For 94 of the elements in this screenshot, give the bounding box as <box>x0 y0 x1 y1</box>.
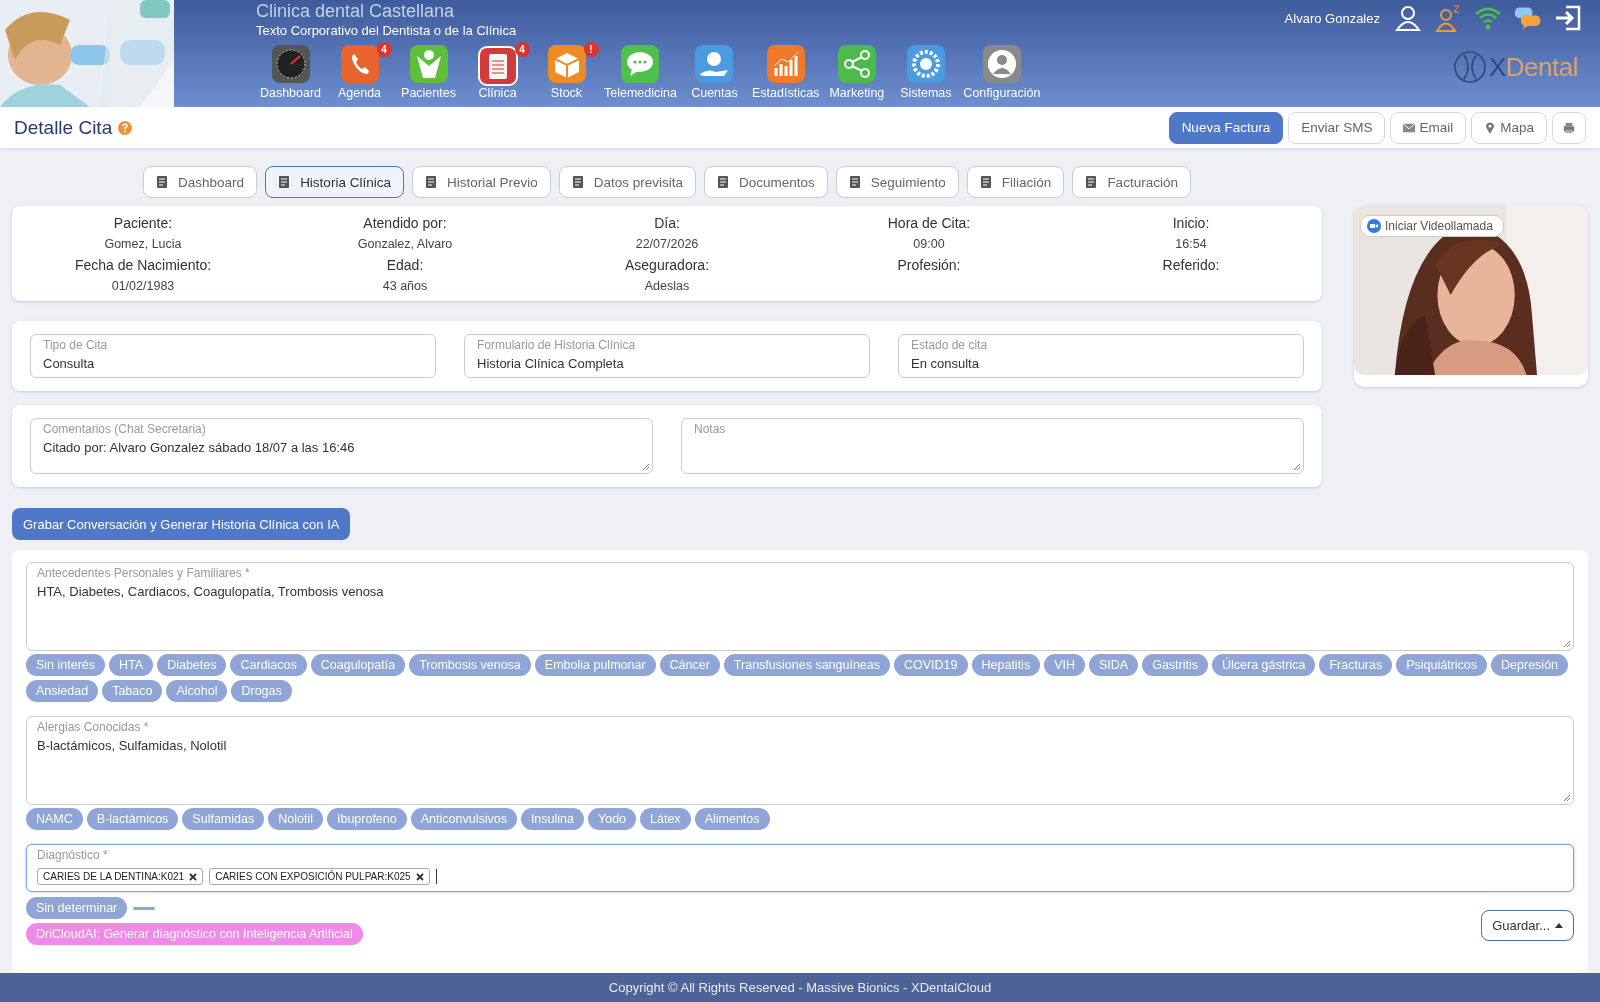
select-field[interactable]: Formulario de Historia Clínica Historia Clínica Completa <box>464 334 870 378</box>
chip[interactable]: Yodo <box>588 808 637 830</box>
text-area[interactable]: Notas <box>681 418 1304 474</box>
info-value: 16:54 <box>1175 237 1207 251</box>
tagline: Texto Corporativo del Dentista o de la Clínica <box>256 22 518 40</box>
info-label: Paciente: <box>113 215 173 231</box>
info-label: Aseguradora: <box>624 257 710 273</box>
nav-item[interactable]: Configuración <box>960 44 1044 100</box>
chip[interactable]: Sin interés <box>26 654 106 676</box>
tab[interactable]: Historial Previo <box>411 166 551 198</box>
chip[interactable]: Fracturas <box>1319 654 1393 676</box>
info-value: Gonzalez, Alvaro <box>357 237 453 251</box>
diagnosis-tag: CARIES DE LA DENTINA:K021 <box>37 868 204 885</box>
chip[interactable]: Coagulopatía <box>310 654 406 676</box>
chip[interactable]: B-lactámicos <box>86 808 179 830</box>
info-label: Edad: <box>386 257 424 273</box>
nav-item[interactable]: 4 Clínica <box>463 44 532 100</box>
tab[interactable]: Filiación <box>966 166 1065 198</box>
user-name: Alvaro Gonzalez <box>1284 10 1380 26</box>
chip[interactable]: Drogas <box>231 680 292 702</box>
chip[interactable]: NAMC <box>26 808 83 830</box>
text-area[interactable]: Antecedentes Personales y Familiares * HTA, Diabetes, Cardiacos, Coagulopatía, Trombosis venosa <box>26 562 1574 651</box>
nav-item[interactable]: Cuentas <box>679 44 749 100</box>
chip[interactable]: VIH <box>1044 654 1085 676</box>
chip[interactable]: SIDA <box>1089 654 1139 676</box>
chip[interactable]: Depresión <box>1491 654 1569 676</box>
record-button[interactable]: Grabar Conversación y Generar Historia Clínica con IA <box>12 508 351 540</box>
info-label: Referido: <box>1162 257 1220 273</box>
chip[interactable]: Ansiedad <box>26 680 99 702</box>
email-button[interactable]: Email <box>1390 111 1467 144</box>
tab[interactable]: Historia Clínica <box>265 166 404 198</box>
nav-item[interactable]: Dashboard <box>256 44 325 100</box>
chip[interactable]: Úlcera gástrica <box>1212 654 1316 676</box>
video-call-button[interactable]: Iniciar Videollamada <box>1360 215 1504 237</box>
chip[interactable]: Nolotil <box>268 808 323 830</box>
info-value: 43 años <box>382 279 428 293</box>
chip[interactable]: Transfusiones sanguíneas <box>723 654 890 676</box>
new-invoice-button[interactable]: Nueva Factura <box>1168 111 1284 144</box>
tab[interactable]: Dashboard <box>143 166 258 198</box>
chip[interactable]: Cáncer <box>659 654 720 676</box>
chip[interactable]: Tabaco <box>102 680 163 702</box>
text-area[interactable]: Alergias Conocidas * B-lactámicos, Sulfamidas, Nolotil <box>26 716 1574 805</box>
chip[interactable]: Psiquiátricos <box>1396 654 1488 676</box>
info-label: Fecha de Nacimiento: <box>74 257 212 273</box>
chip[interactable]: Sin determinar <box>26 897 128 919</box>
chip[interactable]: Ibuprofeno <box>326 808 407 830</box>
chip[interactable]: Alimentos <box>694 808 770 830</box>
chip[interactable]: Trombosis venosa <box>409 654 531 676</box>
chip[interactable]: Diabetes <box>157 654 227 676</box>
info-label: Profesión: <box>897 257 961 273</box>
info-label: Hora de Cita: <box>887 215 971 231</box>
tab[interactable]: Datos previsita <box>558 166 696 198</box>
nav-item[interactable]: Pacientes <box>394 44 463 100</box>
chip[interactable]: Anticonvulsivos <box>410 808 517 830</box>
tab[interactable]: Facturación <box>1072 166 1191 198</box>
chip[interactable]: Hepatitis <box>971 654 1041 676</box>
diagnosis-tag: CARIES CON EXPOSICIÓN PULPAR:K025 <box>209 868 430 885</box>
chip[interactable]: Alcohol <box>166 680 228 702</box>
map-button[interactable]: Mapa <box>1471 111 1547 144</box>
info-value: Gomez, Lucia <box>104 237 182 251</box>
nav-item[interactable]: Marketing <box>822 44 892 100</box>
chip[interactable]: Cardiacos <box>230 654 307 676</box>
info-value: 01/02/1983 <box>111 279 175 293</box>
nav-item[interactable]: ! Stock <box>532 44 601 100</box>
chip[interactable]: HTA <box>109 654 154 676</box>
footer: Copyright © All Rights Reserved - Massive Bionics - XDentalCloud <box>0 973 1600 1002</box>
ai-button[interactable]: DriCloudAI: Generar diagnóstico con Inteligencia Artificial <box>26 923 363 945</box>
nav-item[interactable]: Telemedicina <box>601 44 680 100</box>
info-label: Inicio: <box>1172 215 1210 231</box>
nav-item[interactable]: 4 Agenda <box>325 44 394 100</box>
nav-item[interactable]: Estadísticas <box>748 44 823 100</box>
save-button[interactable]: Guardar... <box>1481 910 1574 941</box>
select-field[interactable]: Estado de cita En consulta <box>898 334 1304 378</box>
nav-item[interactable]: Sistemas <box>891 44 961 100</box>
sms-button[interactable]: Enviar SMS <box>1288 111 1386 144</box>
info-label: Atendido por: <box>363 215 447 231</box>
chip[interactable]: Embolia pulmonar <box>534 654 656 676</box>
tab[interactable]: Seguimiento <box>835 166 959 198</box>
clinic-name: Clinica dental Castellana <box>256 0 456 22</box>
tab[interactable]: Documentos <box>704 166 828 198</box>
info-label: Día: <box>654 215 680 231</box>
chip[interactable]: Gastritis <box>1142 654 1209 676</box>
diagnosis-field[interactable]: Diagnóstico * CARIES DE LA DENTINA:K021 CARIES CON EXPOSICIÓN PULPAR:K025 <box>26 844 1574 892</box>
chip[interactable]: Sulfamidas <box>182 808 265 830</box>
info-value: 09:00 <box>913 237 945 251</box>
logo-text: XDental <box>1489 51 1578 83</box>
page-title: Detalle Cita <box>14 116 113 139</box>
chip[interactable]: Látex <box>640 808 691 830</box>
info-value: Adeslas <box>644 279 690 293</box>
chip[interactable]: Insulina <box>520 808 584 830</box>
text-area[interactable]: Comentarios (Chat Secretaria) Citado por: Alvaro Gonzalez sábado 18/07 a las 16:46 <box>30 418 653 474</box>
chip[interactable]: COVID19 <box>894 654 968 676</box>
info-value: 22/07/2026 <box>635 237 699 251</box>
select-field[interactable]: Tipo de Cita Consulta <box>30 334 436 378</box>
